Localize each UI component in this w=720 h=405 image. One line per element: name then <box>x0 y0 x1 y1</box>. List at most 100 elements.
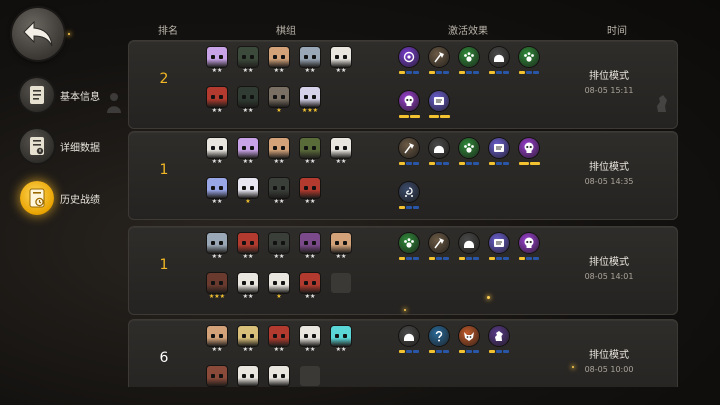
chess-piece[interactable]: ★★ <box>238 326 258 354</box>
nav-item-detailed-data[interactable]: 详细数据 <box>20 129 120 165</box>
trait-badge[interactable] <box>399 47 421 79</box>
nav-item-basic-info[interactable]: 基本信息 <box>20 78 120 114</box>
trait-badge[interactable] <box>519 233 541 265</box>
trait-tier-bar <box>429 350 451 353</box>
sparkle-particle <box>487 296 490 299</box>
document-icon <box>20 78 54 112</box>
chess-piece[interactable]: ★★ <box>269 326 289 354</box>
chess-piece[interactable] <box>238 366 258 387</box>
trait-badge[interactable] <box>399 182 421 214</box>
chess-piece[interactable]: ★★ <box>269 47 289 75</box>
chess-piece[interactable]: ★ <box>269 273 289 301</box>
chess-piece[interactable]: ★★ <box>331 233 351 261</box>
trait-badge[interactable] <box>459 138 481 170</box>
chess-piece-portrait <box>207 366 227 386</box>
chess-piece[interactable]: ★★ <box>300 326 320 354</box>
sparkle-particle <box>68 33 70 35</box>
trait-badge[interactable] <box>519 47 541 79</box>
star-level: ★★ <box>335 253 347 260</box>
chess-piece-portrait <box>269 178 289 198</box>
chess-piece[interactable]: ★★ <box>300 178 320 206</box>
chess-piece[interactable]: ★★ <box>207 47 227 75</box>
nav-item-history[interactable]: 历史战绩 <box>20 181 120 217</box>
star-level: ★★ <box>304 293 316 300</box>
axe-icon <box>429 233 449 253</box>
star-level: ★★ <box>242 346 254 353</box>
trait-tier-bar <box>399 115 421 118</box>
chess-piece[interactable]: ★★ <box>238 233 258 261</box>
trait-badge[interactable] <box>459 326 481 358</box>
chess-piece[interactable]: ★ <box>238 178 258 206</box>
chess-piece[interactable]: ★★ <box>238 273 258 301</box>
chess-piece-portrait <box>207 87 227 107</box>
trait-tier-bar <box>489 257 511 260</box>
chess-piece[interactable]: ★★ <box>300 273 320 301</box>
chess-piece[interactable]: ★★ <box>269 233 289 261</box>
chess-piece[interactable]: ★★ <box>331 326 351 354</box>
trait-badge[interactable] <box>489 47 511 79</box>
chess-piece[interactable]: ★★ <box>331 47 351 75</box>
chess-piece[interactable]: ★★ <box>207 326 227 354</box>
chess-piece[interactable]: ★ <box>269 87 289 115</box>
chess-piece[interactable]: ★★ <box>207 138 227 166</box>
chess-piece[interactable]: ★★★ <box>300 87 320 115</box>
trait-badge[interactable] <box>489 326 511 358</box>
trait-badge[interactable] <box>429 47 451 79</box>
chess-piece[interactable]: ★★ <box>238 87 258 115</box>
chess-piece[interactable]: ★★ <box>300 233 320 261</box>
chess-piece[interactable]: ★★ <box>331 138 351 166</box>
trait-badge[interactable] <box>429 138 451 170</box>
trait-badge[interactable] <box>429 233 451 265</box>
chess-piece-portrait <box>238 366 258 386</box>
match-row[interactable]: 1 ★★ ★★ ★★ ★★ ★★ ★★★ ★★ ★ ★★ 排位模式 08-05 14:01 <box>128 226 678 315</box>
trait-tier-bar <box>459 162 481 165</box>
chess-piece[interactable]: ★★ <box>300 138 320 166</box>
chess-piece-portrait <box>238 326 258 346</box>
axe-icon <box>429 47 449 67</box>
trait-tier-bar <box>399 162 421 165</box>
star-level: ★ <box>276 107 282 114</box>
trait-tier-bar <box>399 350 421 353</box>
match-row[interactable]: 6 ★★ ★★ ★★ ★★ ★★ 排位模式 08-05 10:00 <box>128 319 678 387</box>
match-time: 排位模式 08-05 14:01 <box>559 253 659 281</box>
trait-badge[interactable] <box>489 233 511 265</box>
axe-icon <box>399 138 419 158</box>
paw-icon <box>459 47 479 67</box>
chess-piece[interactable]: ★★ <box>269 178 289 206</box>
star-level: ★★ <box>211 346 223 353</box>
trait-badge[interactable] <box>429 91 451 123</box>
trait-badge[interactable] <box>459 233 481 265</box>
chess-piece-portrait <box>300 87 320 107</box>
chess-piece-portrait <box>269 138 289 158</box>
active-traits <box>399 326 549 387</box>
match-row[interactable]: 1 ★★ ★★ ★★ ★★ ★★ ★★ ★ ★★ ★★ 排位模式 08-05 14:35 <box>128 131 678 220</box>
back-button[interactable] <box>12 8 64 60</box>
chess-piece[interactable]: ★★ <box>207 87 227 115</box>
chess-piece[interactable] <box>207 366 227 387</box>
match-row[interactable]: 2 ★★ ★★ ★★ ★★ ★★ ★★ ★★ ★ ★★★ 排位模式 08-05 15:11 <box>128 40 678 129</box>
trait-badge[interactable] <box>459 47 481 79</box>
chess-piece[interactable]: ★★ <box>300 47 320 75</box>
trait-badge[interactable] <box>399 91 421 123</box>
sparkle-particle <box>572 366 574 368</box>
match-history-list[interactable]: 2 ★★ ★★ ★★ ★★ ★★ ★★ ★★ ★ ★★★ 排位模式 08-05 15:11 1 ★★ ★★ ★… <box>128 40 678 387</box>
chess-piece[interactable]: ★★ <box>269 138 289 166</box>
chess-piece[interactable]: ★★ <box>207 178 227 206</box>
trait-badge[interactable] <box>399 138 421 170</box>
trait-tier-bar <box>429 71 451 74</box>
header-lineup: 棋组 <box>276 26 296 37</box>
chess-piece[interactable]: ★★★ <box>207 273 227 301</box>
chess-piece[interactable]: ★★ <box>207 233 227 261</box>
trait-badge[interactable] <box>519 138 541 170</box>
trait-badge[interactable] <box>399 326 421 358</box>
trait-badge[interactable] <box>489 138 511 170</box>
trait-badge[interactable] <box>429 326 451 358</box>
chess-piece[interactable]: ★★ <box>238 47 258 75</box>
nav-label-history: 历史战绩 <box>60 195 100 206</box>
star-level: ★★ <box>211 253 223 260</box>
star-level: ★★ <box>335 158 347 165</box>
chess-piece[interactable] <box>269 366 289 387</box>
chess-piece[interactable]: ★★ <box>238 138 258 166</box>
trait-tier-bar <box>459 71 481 74</box>
trait-badge[interactable] <box>399 233 421 265</box>
